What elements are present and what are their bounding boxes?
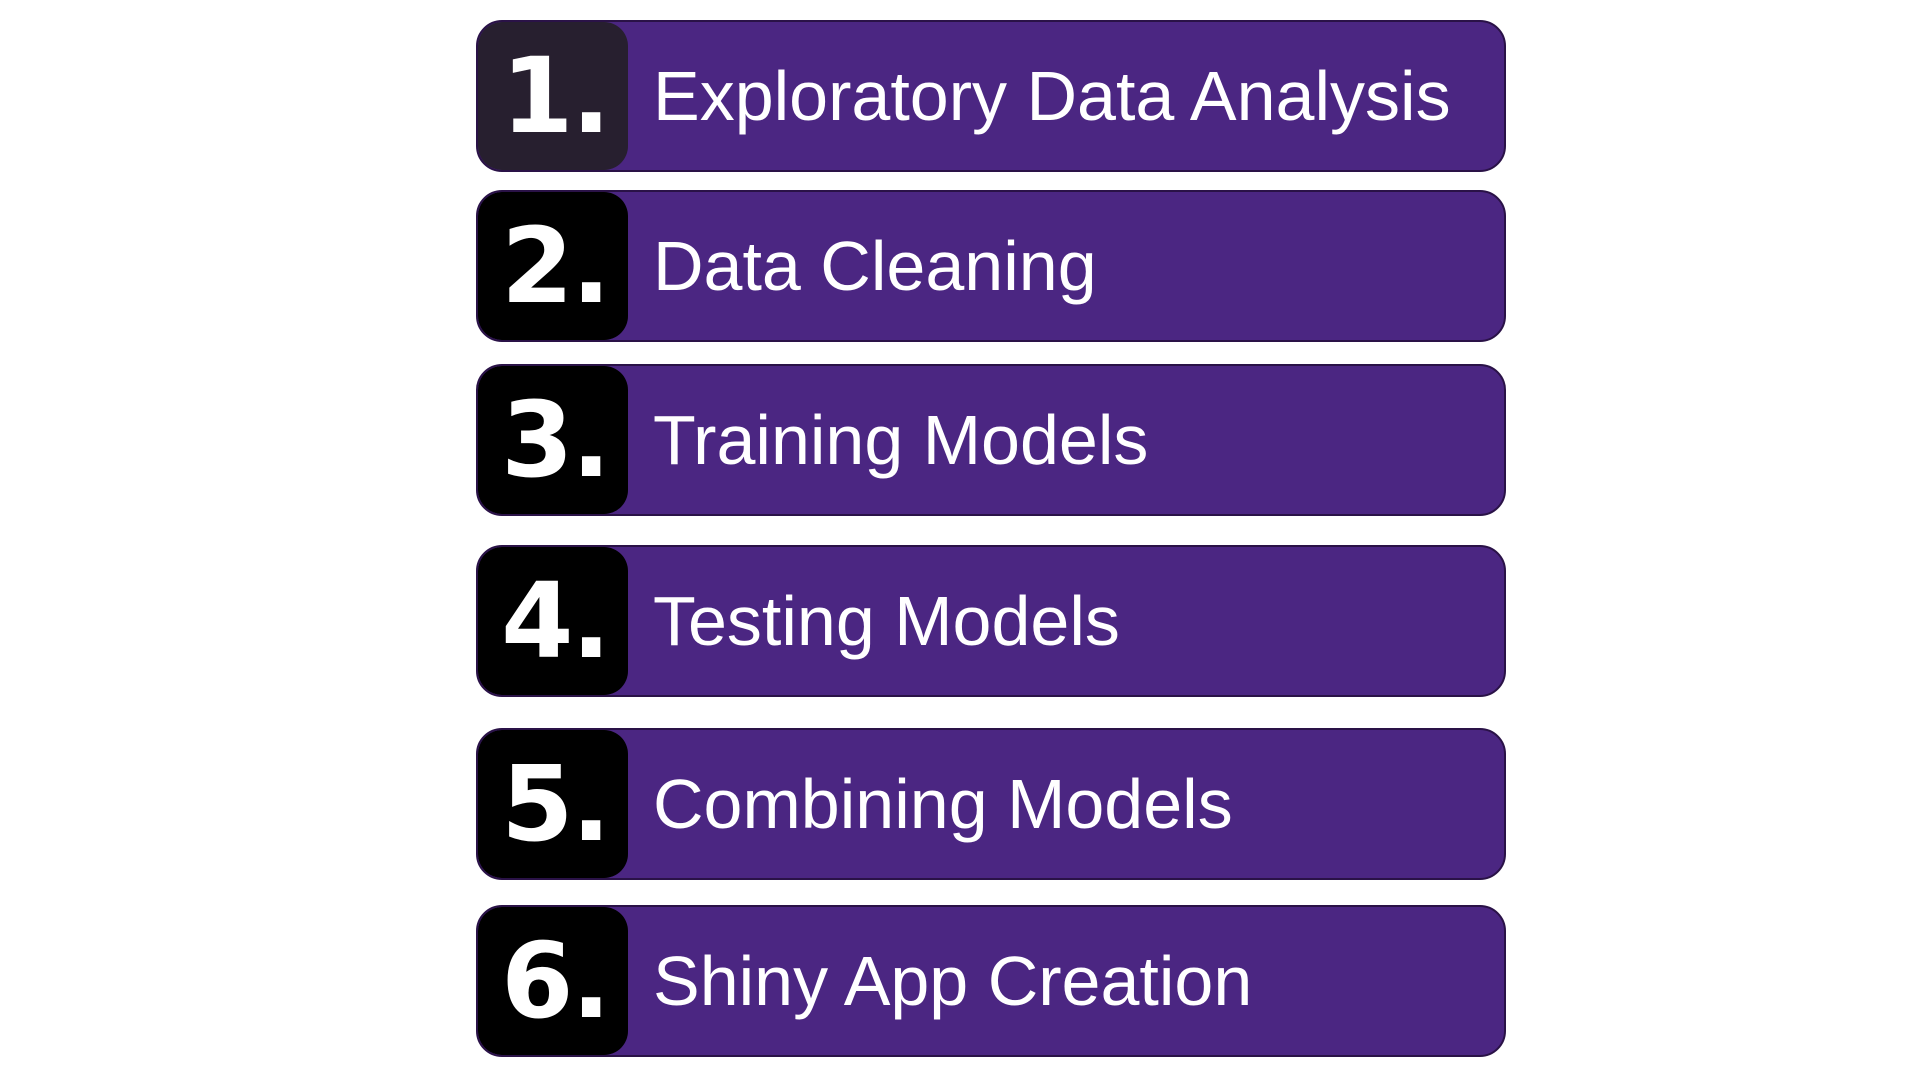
step-number: 1. bbox=[501, 35, 611, 157]
step-number: 4. bbox=[501, 560, 611, 682]
step-1: 1. Exploratory Data Analysis bbox=[476, 20, 1506, 172]
step-5: 5. Combining Models bbox=[476, 728, 1506, 880]
step-number-box: 4. bbox=[478, 547, 628, 695]
step-number-box: 1. bbox=[478, 22, 628, 170]
step-3: 3. Training Models bbox=[476, 364, 1506, 516]
step-label: Training Models bbox=[653, 401, 1149, 479]
step-number-box: 5. bbox=[478, 730, 628, 878]
step-2: 2. Data Cleaning bbox=[476, 190, 1506, 342]
steps-list: 1. Exploratory Data Analysis 2. Data Cle… bbox=[0, 0, 1920, 1080]
step-number: 2. bbox=[501, 205, 611, 327]
step-number-box: 2. bbox=[478, 192, 628, 340]
step-label: Exploratory Data Analysis bbox=[653, 57, 1451, 135]
step-label: Shiny App Creation bbox=[653, 942, 1253, 1020]
step-6: 6. Shiny App Creation bbox=[476, 905, 1506, 1057]
step-label: Data Cleaning bbox=[653, 227, 1097, 305]
step-label: Testing Models bbox=[653, 582, 1120, 660]
step-number: 5. bbox=[501, 743, 611, 865]
step-number: 3. bbox=[501, 379, 611, 501]
step-number: 6. bbox=[501, 920, 611, 1042]
step-4: 4. Testing Models bbox=[476, 545, 1506, 697]
step-number-box: 6. bbox=[478, 907, 628, 1055]
step-label: Combining Models bbox=[653, 765, 1233, 843]
step-number-box: 3. bbox=[478, 366, 628, 514]
